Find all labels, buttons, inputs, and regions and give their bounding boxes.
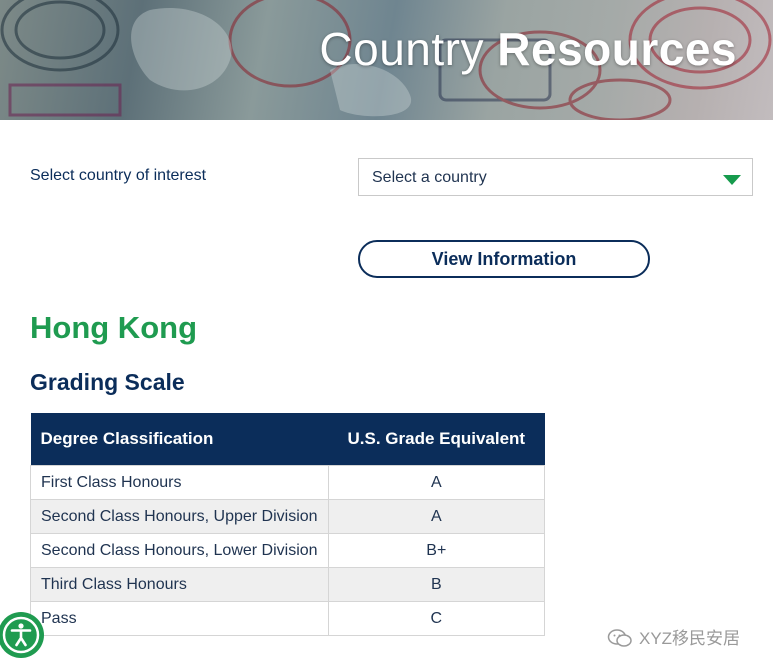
country-select-value: Select a country — [372, 169, 487, 186]
grade-cell: A — [327, 465, 546, 500]
degree-cell: Second Class Honours, Upper Division — [30, 499, 329, 534]
view-information-button[interactable]: View Information — [358, 240, 650, 278]
country-heading: Hong Kong — [30, 310, 198, 345]
grade-cell: B+ — [327, 533, 546, 568]
table-row: Second Class Honours, Lower Division B+ — [30, 533, 546, 568]
table-row: Pass C — [30, 601, 546, 636]
grading-scale-heading: Grading Scale — [30, 369, 185, 395]
degree-cell: Pass — [30, 601, 329, 636]
degree-cell: Second Class Honours, Lower Division — [30, 533, 329, 568]
wechat-watermark: XYZ移民安居 — [607, 624, 740, 649]
table-row: Second Class Honours, Upper Division A — [30, 499, 546, 534]
grading-scale-table: Degree Classification U.S. Grade Equival… — [30, 413, 546, 636]
grade-cell: C — [327, 601, 546, 636]
table-row: First Class Honours A — [30, 465, 546, 500]
column-header-degree: Degree Classification — [30, 413, 329, 466]
watermark-text: XYZ移民安居 — [639, 629, 741, 648]
country-select-label: Select country of interest — [30, 167, 207, 184]
page-title-light: Country — [319, 23, 484, 75]
table-header-row: Degree Classification U.S. Grade Equival… — [30, 413, 545, 466]
hero-banner: Country Resources — [0, 0, 773, 120]
column-header-grade: U.S. Grade Equivalent — [328, 413, 545, 466]
dropdown-caret-icon — [723, 175, 741, 185]
wechat-icon — [607, 629, 632, 647]
degree-cell: First Class Honours — [30, 465, 329, 500]
grade-cell: B — [327, 567, 546, 602]
page-title-bold: Resources — [497, 23, 737, 75]
table-row: Third Class Honours B — [30, 567, 546, 602]
page-title: Country Resources — [319, 22, 737, 76]
accessibility-button[interactable] — [0, 612, 44, 658]
grade-cell: A — [327, 499, 546, 534]
degree-cell: Third Class Honours — [30, 567, 329, 602]
country-select[interactable]: Select a country — [358, 158, 753, 196]
accessibility-icon — [2, 616, 40, 654]
